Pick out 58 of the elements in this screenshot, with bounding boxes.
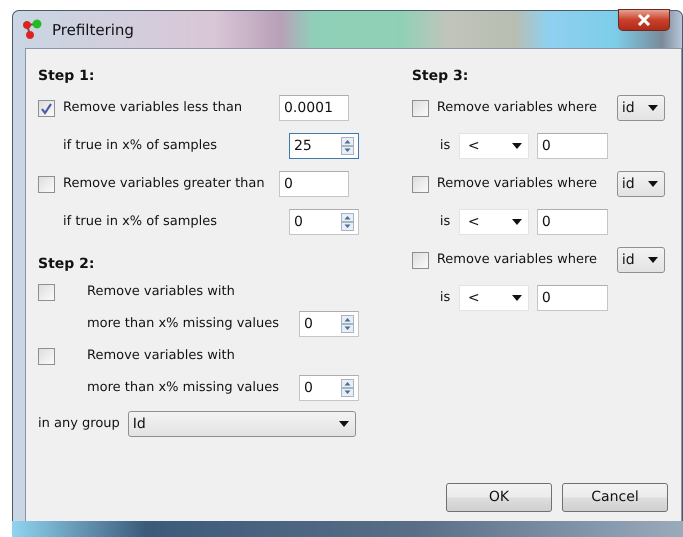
operator-dropdown[interactable]: < xyxy=(458,285,529,311)
cancel-button[interactable]: Cancel xyxy=(562,483,668,512)
spin-arrows-icon[interactable] xyxy=(341,379,354,397)
field-label: more than x% missing values xyxy=(87,379,280,398)
field-label: is xyxy=(440,289,452,308)
checkbox[interactable] xyxy=(38,176,55,192)
ok-button[interactable]: OK xyxy=(446,483,552,512)
column-dropdown[interactable]: id xyxy=(616,95,665,121)
dropdown-arrow-icon xyxy=(512,219,522,225)
spin-arrows-icon[interactable] xyxy=(341,213,354,231)
checkbox[interactable] xyxy=(38,348,55,364)
checkbox[interactable] xyxy=(412,252,429,268)
input-field[interactable]: 0 xyxy=(536,285,608,311)
window-title: Prefiltering xyxy=(52,20,134,41)
checkbox-label: Remove variables less than xyxy=(63,99,244,118)
input-field[interactable]: 0 xyxy=(536,133,608,159)
checkbox[interactable] xyxy=(412,176,429,192)
close-icon xyxy=(637,14,651,26)
dropdown-arrow-icon xyxy=(648,181,658,187)
field-label: is xyxy=(440,213,452,232)
operator-dropdown[interactable]: < xyxy=(458,133,529,159)
section-heading: Step 1: xyxy=(38,66,96,86)
dropdown-arrow-icon xyxy=(512,143,522,149)
checkbox-label: Remove variables with xyxy=(87,283,235,302)
checkbox-label: Remove variables where xyxy=(436,99,598,118)
checkbox-label: Remove variables where xyxy=(436,251,598,270)
input-field[interactable]: 0 xyxy=(279,171,349,197)
dropdown-arrow-icon xyxy=(338,421,349,427)
close-button[interactable] xyxy=(618,9,670,31)
column-dropdown[interactable]: id xyxy=(616,247,665,273)
checkbox[interactable] xyxy=(38,100,55,116)
operator-dropdown[interactable]: < xyxy=(458,209,529,235)
field-label: if true in x% of samples xyxy=(63,137,218,156)
spin-arrows-icon[interactable] xyxy=(341,315,354,333)
dropdown-arrow-icon xyxy=(648,105,658,111)
checkbox-label: Remove variables with xyxy=(87,347,235,366)
checkbox-label: Remove variables greater than xyxy=(63,175,266,194)
input-field[interactable]: 0.0001 xyxy=(279,95,349,121)
spin-box[interactable]: 0 xyxy=(299,311,359,337)
spin-box[interactable]: 0 xyxy=(289,209,359,235)
group-dropdown[interactable]: Id xyxy=(128,411,356,437)
field-label: if true in x% of samples xyxy=(63,213,218,232)
dropdown-arrow-icon xyxy=(648,257,658,263)
column-dropdown[interactable]: id xyxy=(616,171,665,197)
spin-box[interactable]: 25 xyxy=(289,133,359,159)
checkbox[interactable] xyxy=(412,100,429,116)
field-label: is xyxy=(440,137,452,156)
dropdown-arrow-icon xyxy=(512,295,522,301)
checkbox-label: Remove variables where xyxy=(436,175,598,194)
checkbox[interactable] xyxy=(38,284,55,300)
field-label: in any group xyxy=(38,415,120,434)
field-label: more than x% missing values xyxy=(87,315,280,334)
section-heading: Step 3: xyxy=(412,66,470,86)
input-field[interactable]: 0 xyxy=(536,209,608,235)
spin-arrows-icon[interactable] xyxy=(341,137,354,155)
section-heading: Step 2: xyxy=(38,254,96,274)
spin-box[interactable]: 0 xyxy=(299,375,359,401)
app-icon xyxy=(22,19,44,41)
